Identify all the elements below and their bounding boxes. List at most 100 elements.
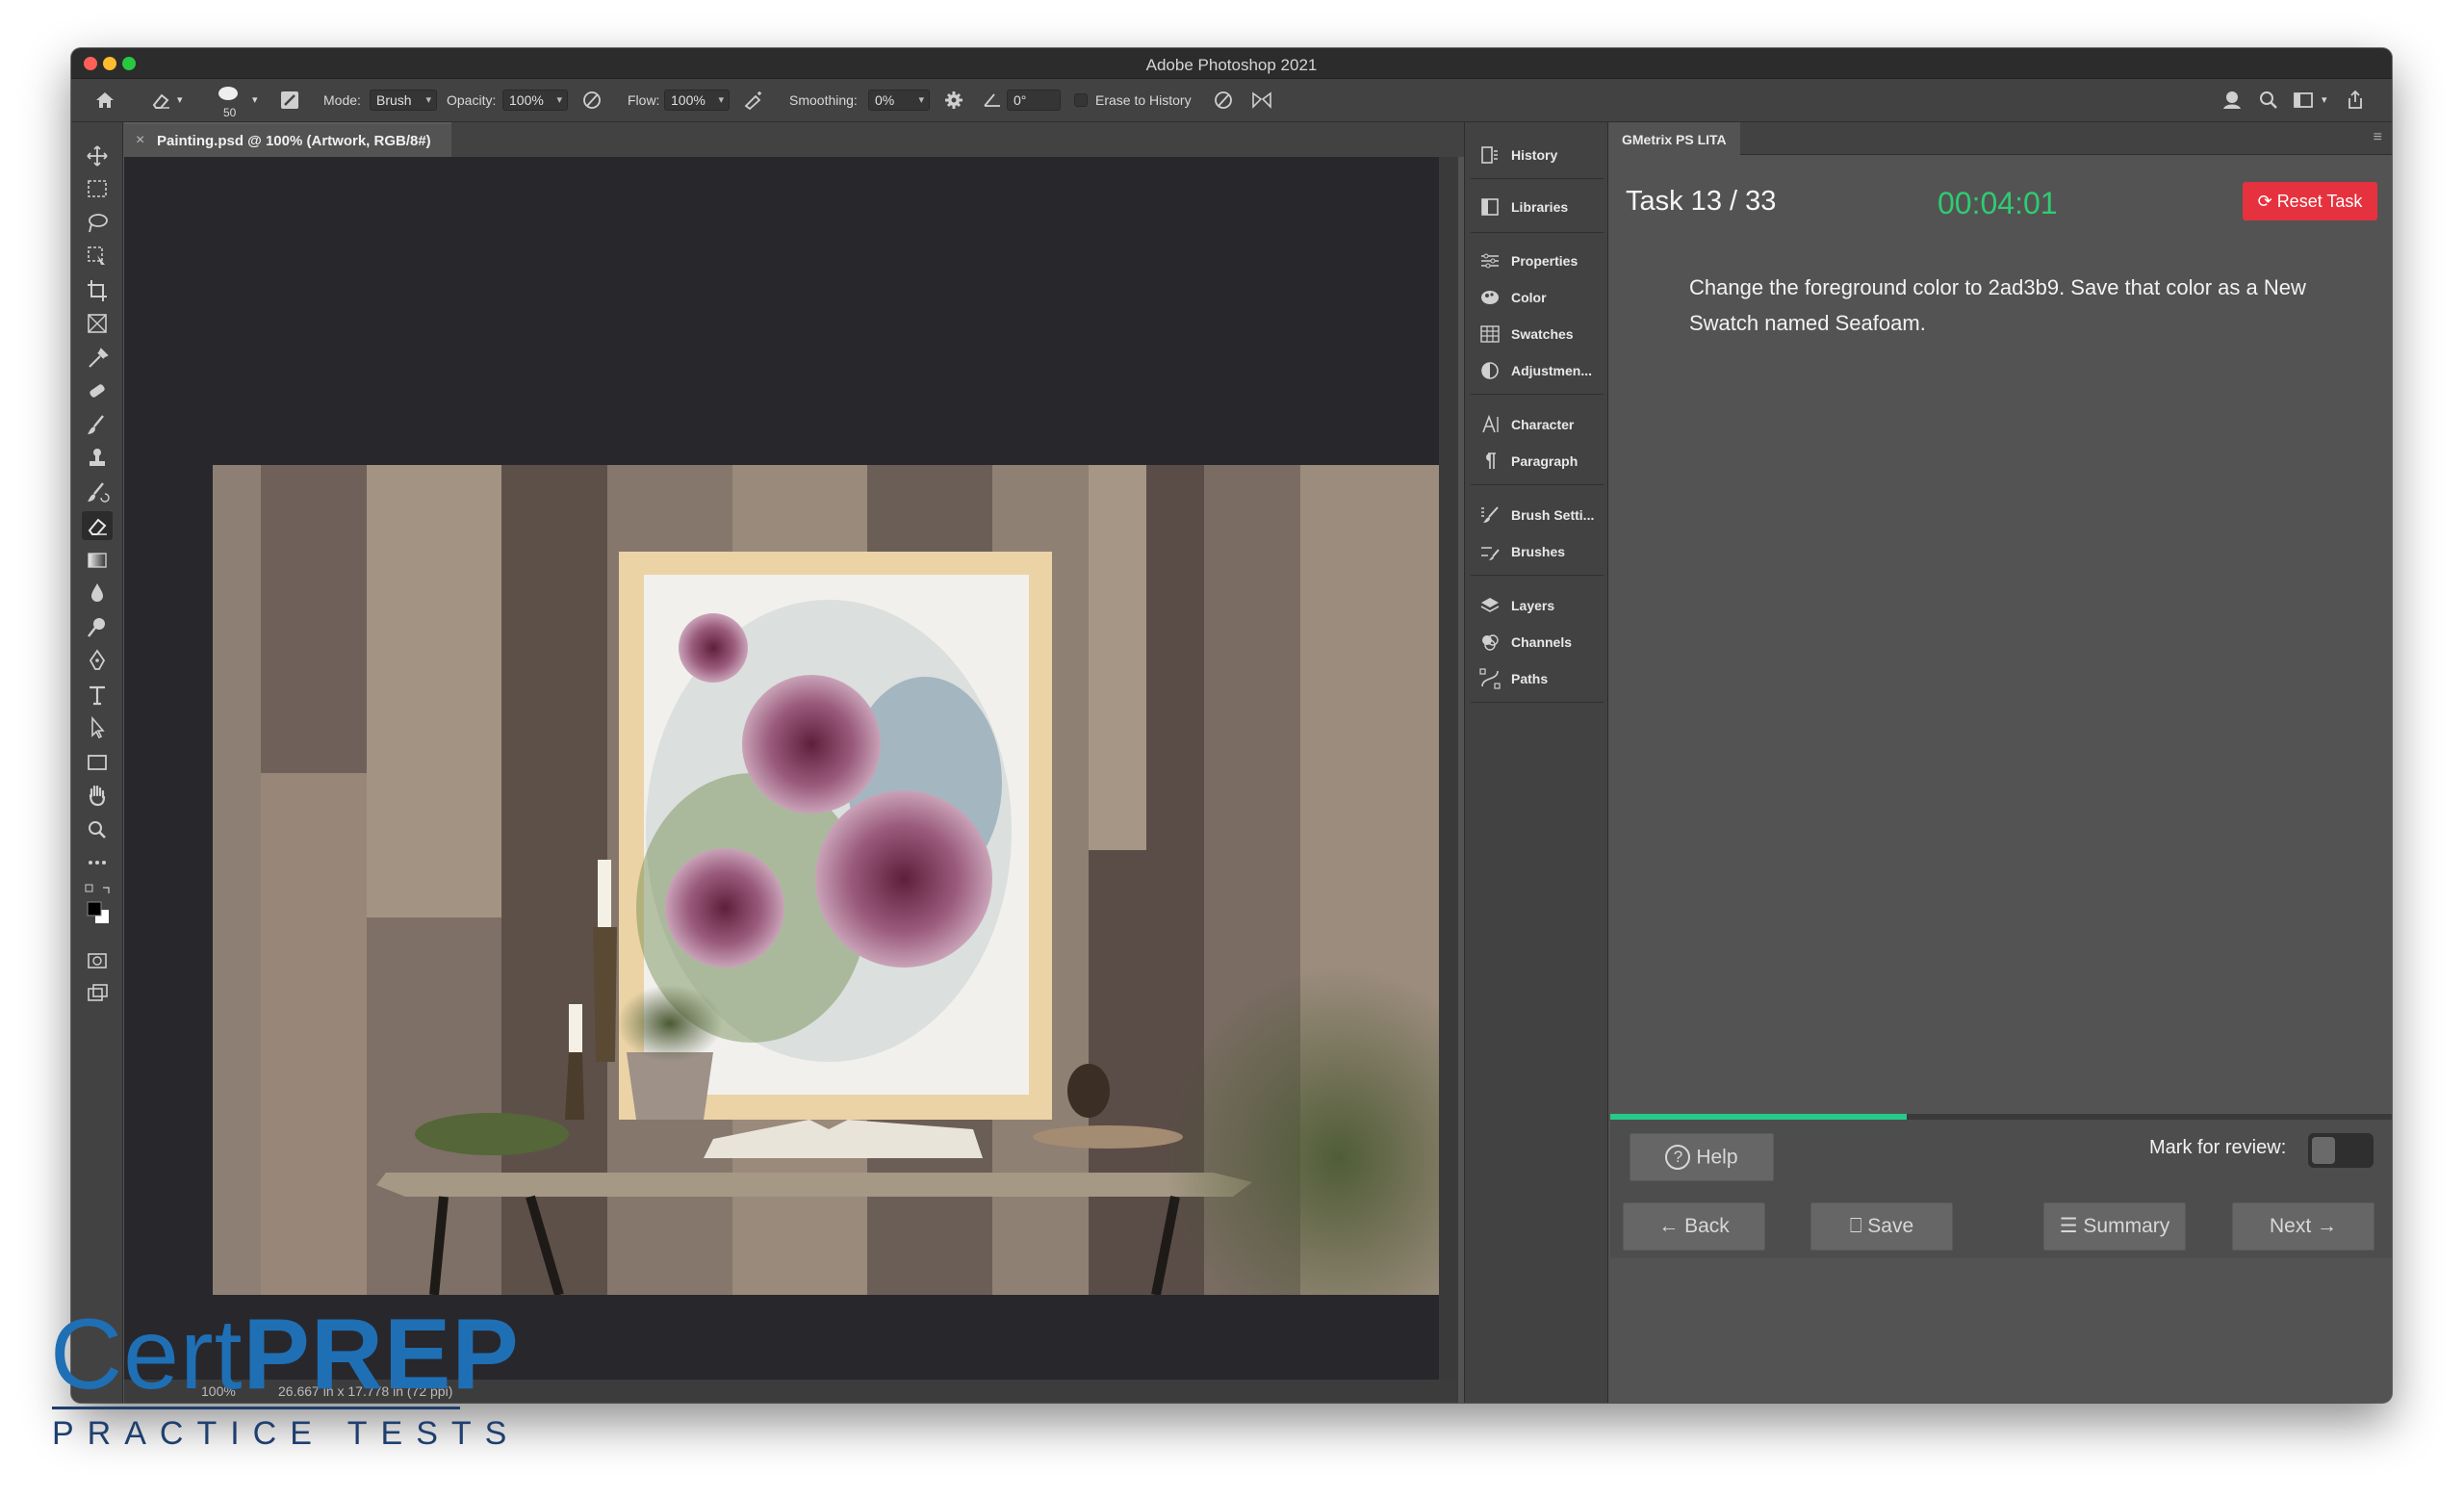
dock-item-properties[interactable]: Properties [1465, 244, 1609, 278]
quick-mask-icon[interactable] [82, 946, 113, 975]
dock-item-layers[interactable]: Layers [1465, 588, 1609, 623]
brush-tool-icon[interactable] [82, 411, 113, 440]
object-selection-tool-icon[interactable] [82, 242, 113, 271]
move-tool-icon[interactable] [82, 142, 113, 170]
smoothing-caret-icon: ▾ [918, 94, 924, 106]
flow-value: 100% [671, 92, 706, 108]
canvas-vertical-scrollbar[interactable] [1439, 157, 1458, 1380]
reset-icon: ⟳ [2257, 192, 2272, 211]
canvas-area[interactable] [124, 157, 1454, 1380]
dock-label-swatches: Swatches [1511, 326, 1574, 342]
dock-item-paths[interactable]: Paths [1465, 661, 1609, 696]
clone-stamp-tool-icon[interactable] [82, 444, 113, 473]
summary-label: Summary [2083, 1215, 2170, 1237]
type-tool-icon[interactable] [82, 681, 113, 710]
lasso-tool-icon[interactable] [82, 209, 113, 238]
document-tab[interactable]: × Painting.psd @ 100% (Artwork, RGB/8#) [124, 122, 451, 157]
task-counter: Task 13 / 33 [1626, 186, 1777, 217]
mode-caret-icon: ▾ [425, 94, 431, 106]
screen-mode-icon[interactable] [82, 979, 113, 1008]
eraser-tool-icon[interactable] [82, 511, 113, 540]
dock-item-swatches[interactable]: Swatches [1465, 317, 1609, 351]
pen-tool-icon[interactable] [82, 646, 113, 675]
dock-item-history[interactable]: History [1465, 138, 1609, 172]
flow-input[interactable]: 100% ▾ [664, 90, 730, 111]
more-tools-icon[interactable] [82, 848, 113, 877]
logo-cert-text: Cert [50, 1299, 244, 1410]
gear-icon[interactable] [941, 88, 966, 113]
workspace-caret-icon[interactable]: ▾ [2322, 90, 2327, 111]
dock-divider [1471, 484, 1604, 485]
gmetrix-tab-bar: GMetrix PS LITA ≡ [1610, 122, 2392, 155]
eraser-tool-preset-icon[interactable] [148, 88, 173, 113]
dodge-tool-icon[interactable] [82, 613, 113, 642]
flow-caret-icon: ▾ [718, 94, 724, 106]
erase-to-history-checkbox[interactable] [1074, 93, 1088, 107]
eyedropper-tool-icon[interactable] [82, 344, 113, 373]
dock-item-libraries[interactable]: Libraries [1465, 190, 1609, 224]
dock-label-layers: Layers [1511, 598, 1555, 613]
dock-label-character: Character [1511, 417, 1575, 432]
hand-tool-icon[interactable] [82, 781, 113, 810]
reset-task-button[interactable]: ⟳ Reset Task [2243, 182, 2377, 220]
next-button[interactable]: Next → [2232, 1202, 2374, 1251]
title-bar: Adobe Photoshop 2021 [71, 48, 2392, 79]
dock-item-character[interactable]: Character [1465, 407, 1609, 442]
zoom-tool-icon[interactable] [82, 815, 113, 844]
rectangle-tool-icon[interactable] [82, 748, 113, 777]
workspace-icon[interactable] [2291, 88, 2316, 113]
gmetrix-tab[interactable]: GMetrix PS LITA [1610, 122, 1740, 155]
share-export-icon[interactable] [2343, 88, 2368, 113]
mark-for-review-toggle[interactable] [2308, 1133, 2374, 1168]
gradient-tool-icon[interactable] [82, 546, 113, 575]
dock-item-color[interactable]: Color [1465, 280, 1609, 315]
dock-label-history: History [1511, 147, 1558, 163]
close-document-icon[interactable]: × [136, 132, 144, 149]
brush-caret-icon[interactable]: ▾ [252, 90, 258, 111]
gmetrix-footer: ? Help Mark for review: ← Back ⎕ Save ☰ … [1610, 1120, 2392, 1258]
artwork-image[interactable] [213, 465, 1454, 1295]
share-user-icon[interactable] [2220, 88, 2245, 113]
back-button[interactable]: ← Back [1623, 1202, 1765, 1251]
panel-menu-icon[interactable]: ≡ [2374, 129, 2382, 146]
mode-select[interactable]: Brush ▾ [370, 90, 437, 111]
symmetry-icon[interactable] [1249, 88, 1274, 113]
dock-item-channels[interactable]: Channels [1465, 625, 1609, 659]
properties-icon [1478, 249, 1502, 272]
options-bar: ▾ 50 ▾ Mode: Brush ▾ Opacity: 100% ▾ Flow:… [71, 79, 2392, 122]
logo-divider [52, 1407, 460, 1409]
crop-tool-icon[interactable] [82, 276, 113, 305]
angle-input[interactable]: 0° [1007, 90, 1061, 111]
next-label: Next [2269, 1215, 2312, 1237]
airbrush-icon[interactable] [741, 88, 766, 113]
blur-tool-icon[interactable] [82, 579, 113, 607]
save-button[interactable]: ⎕ Save [1810, 1202, 1953, 1251]
pressure-size-icon[interactable] [1211, 88, 1236, 113]
frame-tool-icon[interactable] [82, 309, 113, 338]
path-selection-tool-icon[interactable] [82, 713, 113, 742]
pressure-opacity-icon[interactable] [579, 88, 604, 113]
dock-item-adjustments[interactable]: Adjustmen... [1465, 353, 1609, 388]
dock-item-brush-settings[interactable]: Brush Setti... [1465, 498, 1609, 532]
healing-brush-tool-icon[interactable] [82, 376, 113, 405]
brushes-icon [1478, 540, 1502, 563]
dock-item-paragraph[interactable]: Paragraph [1465, 444, 1609, 478]
dock-item-brushes[interactable]: Brushes [1465, 534, 1609, 569]
brush-settings-toggle-icon[interactable] [277, 88, 302, 113]
photoshop-window: Adobe Photoshop 2021 ▾ 50 ▾ Mode: Brush ▾… [71, 48, 2392, 1403]
home-icon[interactable] [92, 88, 117, 113]
gmetrix-panel: GMetrix PS LITA ≡ Task 13 / 33 00:04:01 … [1610, 122, 2392, 1403]
help-button[interactable]: ? Help [1630, 1133, 1774, 1181]
help-icon: ? [1665, 1145, 1691, 1171]
summary-button[interactable]: ☰ Summary [2043, 1202, 2186, 1251]
opacity-input[interactable]: 100% ▾ [502, 90, 568, 111]
foreground-background-color-icon[interactable] [82, 883, 113, 931]
color-icon [1478, 286, 1502, 309]
history-brush-tool-icon[interactable] [82, 478, 113, 507]
marquee-tool-icon[interactable] [82, 174, 113, 203]
task-instructions: Change the foreground color to 2ad3b9. S… [1689, 275, 2306, 335]
search-icon[interactable] [2256, 88, 2281, 113]
smoothing-input[interactable]: 0% ▾ [868, 90, 930, 111]
list-icon: ☰ [2059, 1215, 2078, 1237]
preset-caret-icon[interactable]: ▾ [177, 90, 183, 111]
